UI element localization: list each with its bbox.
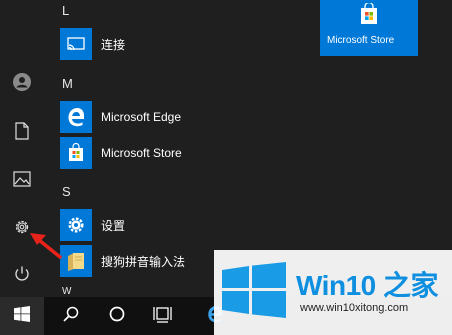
task-view-icon (153, 305, 173, 328)
watermark-title: Win10 之家 (296, 270, 439, 301)
app-item-store[interactable]: Microsoft Store (60, 136, 290, 170)
windows-logo-icon (222, 262, 286, 318)
tile-label: Microsoft Store (327, 35, 395, 46)
start-menu-screen: L 连接 M Microsoft Edge Microsoft Store S … (0, 0, 452, 335)
gear-icon (60, 209, 92, 241)
app-label: 搜狗拼音输入法 (101, 254, 186, 269)
power-icon (13, 265, 31, 283)
app-label: Microsoft Store (101, 146, 182, 160)
app-label: Microsoft Edge (101, 110, 182, 124)
app-label: 设置 (101, 218, 126, 233)
start-menu-rail (0, 0, 44, 297)
settings-rail-button[interactable] (0, 205, 44, 249)
documents-button[interactable] (0, 109, 44, 153)
cortana-icon (108, 305, 126, 328)
document-icon (14, 122, 30, 140)
search-button[interactable] (50, 297, 92, 335)
cortana-button[interactable] (96, 297, 138, 335)
app-item-connect[interactable]: 连接 (60, 27, 290, 61)
section-header-l[interactable]: L (62, 3, 69, 18)
store-live-tile[interactable]: Microsoft Store (320, 0, 418, 56)
search-icon (62, 305, 80, 328)
settings-gear-icon (13, 218, 31, 236)
section-header-m[interactable]: M (62, 76, 73, 91)
start-button[interactable] (0, 297, 44, 335)
connect-icon (60, 28, 92, 60)
section-header-w[interactable]: W (62, 286, 71, 297)
store-icon (361, 3, 377, 24)
app-label: 连接 (101, 37, 126, 52)
section-header-s[interactable]: S (62, 184, 71, 199)
start-windows-icon (14, 305, 30, 327)
app-item-edge[interactable]: Microsoft Edge (60, 100, 290, 134)
app-item-settings[interactable]: 设置 (60, 208, 290, 242)
watermark: Win10 之家 www.win10xitong.com (214, 250, 452, 335)
user-account-button[interactable] (0, 60, 44, 104)
pictures-icon (13, 171, 31, 187)
user-avatar-icon (13, 73, 31, 91)
watermark-url: www.win10xitong.com (300, 302, 409, 314)
power-button[interactable] (0, 252, 44, 296)
edge-icon (60, 101, 92, 133)
folder-icon (60, 245, 92, 277)
pictures-button[interactable] (0, 157, 44, 201)
task-view-button[interactable] (142, 297, 184, 335)
store-icon (60, 137, 92, 169)
